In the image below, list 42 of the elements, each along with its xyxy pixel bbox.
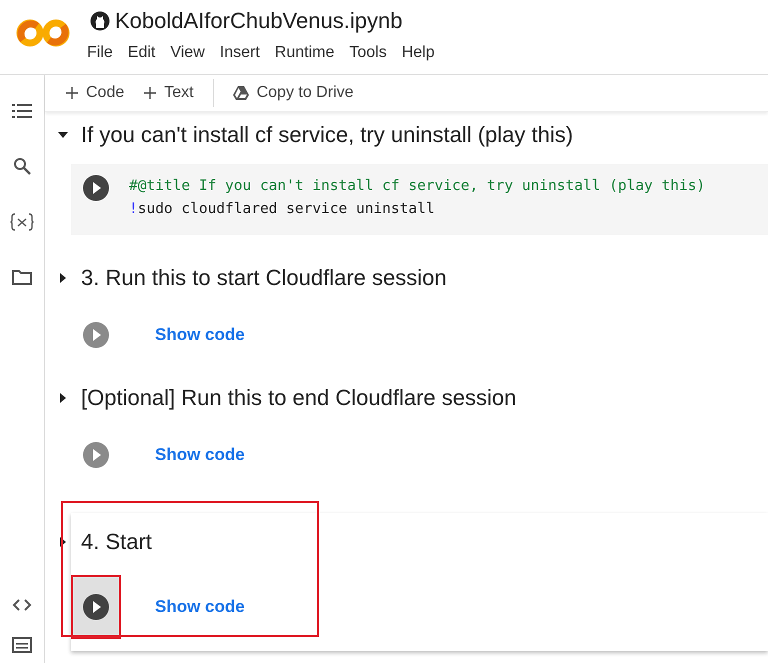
variables-icon[interactable] [10, 213, 34, 231]
menu-item[interactable]: Edit [128, 44, 156, 62]
notebook-section[interactable]: 4. Start Show code [71, 513, 768, 651]
toolbar-button[interactable]: Copy to Drive [226, 80, 361, 106]
show-code-link[interactable]: Show code [155, 325, 245, 345]
notebook-section[interactable]: If you can't install cf service, try uninstall (play this) #@title If you can't install cf service, try uninstall (play this) !sudo cloudflared service uninstall [81, 116, 768, 259]
show-code-link[interactable]: Show code [155, 597, 245, 617]
code-icon[interactable] [12, 599, 32, 611]
menu-item[interactable]: File [87, 44, 113, 62]
section-title: 3. Run this to start Cloudflare session [81, 265, 447, 291]
terminal-icon[interactable] [12, 637, 32, 653]
run-button[interactable] [71, 575, 121, 639]
plus-icon [144, 87, 156, 99]
toc-icon[interactable] [12, 103, 32, 119]
drive-icon [232, 86, 249, 100]
section-title: 4. Start [81, 529, 152, 555]
caret-icon[interactable] [58, 537, 68, 547]
menu-item[interactable]: Insert [220, 44, 260, 62]
notebook-section[interactable]: [Optional] Run this to end Cloudflare session Show code [81, 379, 768, 499]
notebook-section[interactable]: 3. Run this to start Cloudflare session Show code [81, 259, 768, 379]
code-line: !sudo cloudflared service uninstall [129, 200, 436, 219]
search-icon[interactable] [13, 157, 31, 175]
caret-icon[interactable] [58, 130, 68, 140]
menu-item[interactable]: Help [402, 44, 435, 62]
code-line: #@title If you can't install cf service, try uninstall (play this) [129, 177, 706, 196]
caret-icon[interactable] [58, 273, 68, 283]
section-title: If you can't install cf service, try uninstall (play this) [81, 122, 574, 148]
menu-item[interactable]: Tools [349, 44, 387, 62]
run-icon [83, 594, 109, 620]
toolbar-button[interactable]: Code [59, 80, 132, 106]
toolbar-button[interactable]: Text [137, 80, 201, 106]
section-title: [Optional] Run this to end Cloudflare session [81, 385, 516, 411]
menu-item[interactable]: View [170, 44, 205, 62]
folder-icon[interactable] [12, 269, 32, 285]
show-code-link[interactable]: Show code [155, 445, 245, 465]
menu-item[interactable]: Runtime [274, 44, 334, 62]
github-icon [90, 11, 110, 31]
logo-icon [16, 18, 70, 48]
run-icon[interactable] [83, 175, 109, 201]
caret-icon[interactable] [58, 393, 68, 403]
notebook-title[interactable]: KoboldAIforChubVenus.ipynb [115, 8, 402, 34]
plus-icon [66, 87, 78, 99]
